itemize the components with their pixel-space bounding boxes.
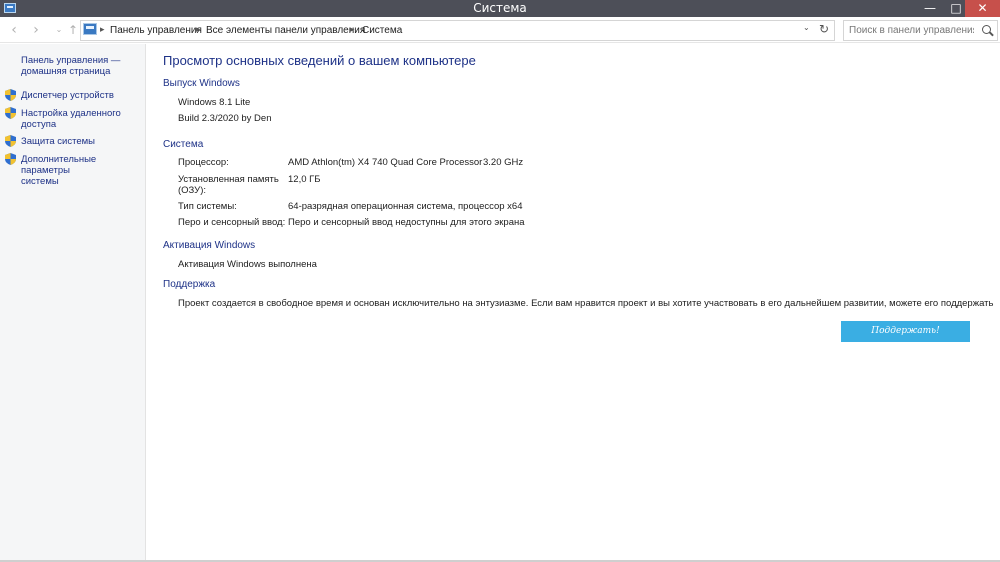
navigation-bar: ‹ › ⌄ ↑ ▸ Панель управления ▸ Все элемен… [0,17,1000,43]
sidebar-item-system-protection[interactable]: Защита системы [21,136,95,147]
pen-touch-value: Перо и сенсорный ввод недоступны для это… [288,217,525,228]
address-dropdown-icon[interactable]: ⌄ [803,23,810,32]
search-input[interactable] [849,24,974,37]
sidebar-item-advanced-settings[interactable]: Дополнительные параметры системы [21,154,145,187]
breadcrumb-separator[interactable]: ▸ [196,24,201,37]
processor-value: AMD Athlon(tm) X4 740 Quad Core Processo… [288,157,483,168]
section-title-edition: Выпуск Windows [163,78,240,89]
sidebar-item-remote-settings[interactable]: Настройка удаленного доступа [21,108,121,130]
ram-value: 12,0 ГБ [288,174,321,185]
breadcrumb-control-panel[interactable]: Панель управления [110,24,202,37]
section-title-activation: Активация Windows [163,240,256,251]
main-content: Просмотр основных сведений о вашем компь… [147,44,1000,562]
window-title: Система [473,1,527,15]
back-arrow-icon[interactable]: ‹ [6,22,22,38]
section-title-system: Система [163,139,204,150]
support-text: Проект создается в свободное время и осн… [178,298,994,309]
forward-arrow-icon[interactable]: › [28,22,44,38]
refresh-icon[interactable]: ↻ [819,22,829,36]
title-bar: Система — □ ✕ [0,0,1000,17]
section-title-support: Поддержка [163,279,216,290]
control-panel-location-icon [83,23,97,35]
breadcrumb-separator[interactable]: ▸ [350,24,355,37]
processor-speed: 3.20 GHz [483,157,524,168]
breadcrumb-all-items[interactable]: Все элементы панели управления [206,24,365,37]
sidebar-item-device-manager[interactable]: Диспетчер устройств [21,90,114,101]
sidebar: Панель управления — домашняя страница Ди… [0,44,146,562]
breadcrumb-system[interactable]: Система [362,24,402,37]
search-box[interactable] [843,20,998,41]
system-type-value: 64-разрядная операционная система, проце… [288,201,523,212]
windows-build: Build 2.3/2020 by Den [178,113,272,124]
processor-label: Процессор: [178,157,229,168]
address-bar[interactable]: ▸ Панель управления ▸ Все элементы панел… [80,20,835,41]
activation-status: Активация Windows выполнена [178,259,317,270]
close-button[interactable]: ✕ [965,0,1000,17]
shield-icon [5,89,16,101]
pen-touch-label: Перо и сенсорный ввод: [178,217,286,228]
system-type-label: Тип системы: [178,201,237,212]
shield-icon [5,153,16,165]
minimize-button[interactable]: — [917,0,943,17]
shield-icon [5,107,16,119]
ram-label: Установленная память (ОЗУ): [178,174,279,196]
search-icon[interactable] [982,25,991,34]
page-title: Просмотр основных сведений о вашем компь… [163,53,476,68]
sidebar-home-link[interactable]: Панель управления — домашняя страница [21,55,120,77]
windows-edition-name: Windows 8.1 Lite [178,97,251,108]
shield-icon [5,135,16,147]
up-arrow-icon[interactable]: ↑ [65,22,81,38]
breadcrumb-separator[interactable]: ▸ [100,24,105,37]
support-button[interactable]: Поддержать! [841,321,970,342]
